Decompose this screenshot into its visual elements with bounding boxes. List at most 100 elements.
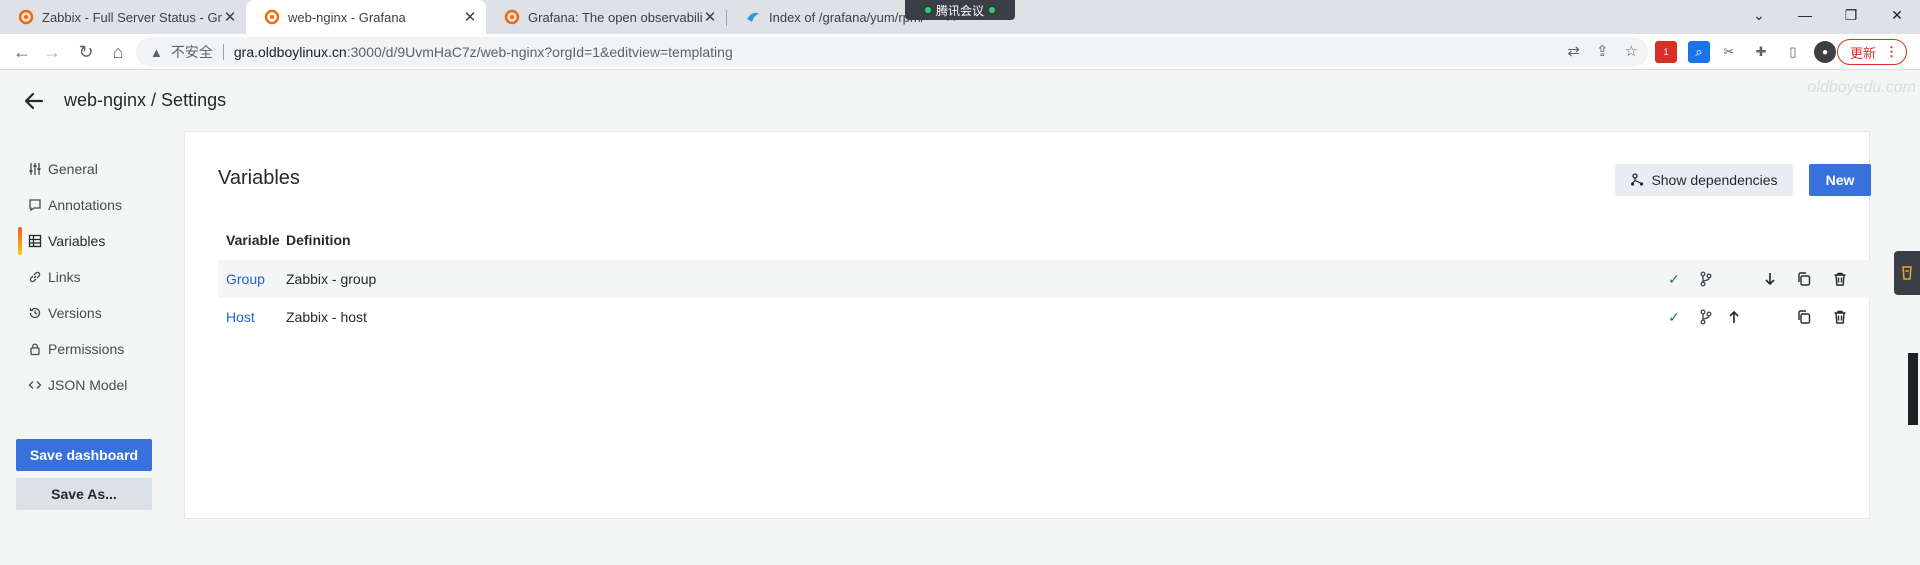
extension-badge-icon[interactable]: 1 — [1655, 41, 1677, 63]
meeting-label: 腾讯会议 — [935, 3, 984, 18]
history-icon — [29, 307, 41, 319]
row-actions: ✓ — [1666, 298, 1866, 336]
arrow-down-icon[interactable] — [1762, 271, 1778, 287]
more-icon: ⋮ — [1885, 44, 1898, 59]
grafana-icon — [18, 9, 34, 25]
row-actions: ✓ — [1666, 260, 1866, 298]
side-drawer-handle[interactable] — [1894, 251, 1920, 295]
grafana-icon — [504, 9, 520, 25]
variables-panel: Variables Show dependencies New Variable… — [184, 131, 1871, 519]
column-header-variable: Variable — [226, 232, 280, 248]
grafana-page: oldboyedu.com web-nginx / Settings Gener… — [0, 71, 1920, 565]
duplicate-icon[interactable] — [1796, 271, 1812, 287]
sidepanel-icon[interactable]: ▯ — [1782, 41, 1804, 63]
branch-icon[interactable] — [1698, 309, 1714, 325]
variable-definition: Zabbix - host — [286, 309, 367, 325]
save-dashboard-button[interactable]: Save dashboard — [16, 439, 152, 471]
browser-tab-grafana-site[interactable]: Grafana: The open observabili ✕ — [486, 0, 726, 34]
tab-title: Grafana: The open observabili — [528, 9, 702, 25]
update-label: 更新 — [1850, 45, 1877, 61]
link-icon — [29, 271, 41, 283]
variable-name-link[interactable]: Group — [226, 271, 265, 287]
variables-table: Variable Definition Group Zabbix - group… — [218, 220, 1871, 336]
tsinghua-icon — [747, 12, 759, 22]
sidebar-item-permissions[interactable]: Permissions — [18, 331, 168, 367]
dependencies-icon — [1631, 173, 1644, 186]
translate-icon[interactable]: ⇄ — [1567, 42, 1580, 60]
sidebar-item-versions[interactable]: Versions — [18, 295, 168, 331]
insecure-label: 不安全 — [170, 44, 213, 60]
variable-name-link[interactable]: Host — [226, 309, 255, 325]
scrollbar-thumb[interactable] — [1908, 353, 1918, 425]
divider — [222, 44, 224, 60]
sidebar-item-label: Links — [48, 269, 81, 285]
share-icon[interactable]: ⇪ — [1596, 42, 1609, 60]
minimize-icon[interactable]: — — [1782, 0, 1828, 30]
arrow-up-icon[interactable] — [1726, 309, 1742, 325]
address-bar[interactable]: ▲ 不安全 gra.oldboylinux.cn:3000/d/9UvmHaC7… — [136, 37, 1648, 67]
reload-icon[interactable]: ↻ — [72, 38, 100, 66]
status-dot-icon — [989, 7, 995, 13]
tab-title: Zabbix - Full Server Status - Gr — [42, 9, 222, 25]
browser-tab-zabbix[interactable]: Zabbix - Full Server Status - Gr ✕ — [0, 0, 246, 34]
recording-dot-icon — [924, 7, 931, 13]
sidebar-item-label: Annotations — [48, 197, 122, 213]
meeting-indicator[interactable]: 腾讯会议 — [905, 0, 1015, 20]
sidebar-item-label: Permissions — [48, 341, 125, 357]
section-title: Variables — [218, 167, 300, 189]
browser-tab-web-nginx[interactable]: web-nginx - Grafana ✕ — [246, 0, 486, 34]
branch-icon[interactable] — [1698, 271, 1714, 287]
trash-icon[interactable] — [1832, 309, 1848, 325]
watermark: oldboyedu.com — [1807, 79, 1916, 96]
restore-icon[interactable]: ❐ — [1828, 0, 1874, 30]
extension-search-icon[interactable]: ⌕ — [1688, 41, 1710, 63]
sidebar-item-label: General — [48, 161, 98, 177]
trash-icon[interactable] — [1832, 271, 1848, 287]
browser-tabstrip: Zabbix - Full Server Status - Gr ✕ web-n… — [0, 0, 1920, 34]
close-icon[interactable]: ✕ — [222, 8, 238, 26]
duplicate-icon[interactable] — [1796, 309, 1812, 325]
browser-toolbar: ← → ↻ ⌂ ▲ 不安全 gra.oldboylinux.cn:3000/d/… — [0, 34, 1920, 70]
sidebar-item-label: Variables — [48, 233, 106, 249]
url-host: gra.oldboylinux.cn — [233, 44, 347, 60]
sliders-icon — [29, 163, 41, 175]
variable-definition: Zabbix - group — [286, 271, 377, 287]
page-title: web-nginx / Settings — [64, 90, 227, 110]
forward-icon[interactable]: → — [38, 38, 66, 66]
table-icon — [28, 234, 42, 248]
column-header-definition: Definition — [286, 232, 351, 248]
back-arrow-icon[interactable] — [22, 89, 46, 113]
table-header: Variable Definition — [218, 220, 1871, 260]
warning-icon: ▲ — [150, 44, 163, 60]
bookmark-star-icon[interactable]: ☆ — [1625, 42, 1638, 60]
close-icon[interactable]: ✕ — [462, 8, 478, 26]
comment-icon — [29, 199, 41, 212]
check-icon: ✓ — [1668, 270, 1680, 287]
show-dependencies-label: Show dependencies — [1651, 172, 1778, 188]
code-icon — [28, 381, 42, 389]
sidebar-item-links[interactable]: Links — [18, 259, 168, 295]
save-as-button[interactable]: Save As... — [16, 478, 152, 510]
sidebar-item-general[interactable]: General — [18, 151, 168, 187]
table-row: Group Zabbix - group ✓ — [218, 260, 1871, 298]
update-button[interactable]: 更新 ⋮ — [1837, 39, 1907, 65]
close-icon[interactable]: ✕ — [702, 8, 718, 26]
show-dependencies-button[interactable]: Show dependencies — [1615, 164, 1793, 196]
url-path: :3000/d/9UvmHaC7z/web-nginx?orgId=1&edit… — [346, 44, 733, 60]
sidebar-item-json-model[interactable]: JSON Model — [18, 367, 168, 403]
settings-sidenav: General Annotations Variables Links Vers… — [18, 151, 168, 403]
sidebar-item-annotations[interactable]: Annotations — [18, 187, 168, 223]
sidebar-item-variables[interactable]: Variables — [18, 223, 168, 259]
window-close-icon[interactable]: ✕ — [1874, 0, 1920, 30]
tab-title: web-nginx - Grafana — [288, 9, 406, 25]
tab-search-icon[interactable]: ⌄ — [1736, 0, 1782, 30]
profile-avatar[interactable]: ● — [1814, 41, 1836, 63]
back-icon[interactable]: ← — [8, 38, 36, 66]
home-icon[interactable]: ⌂ — [104, 38, 132, 66]
extensions-puzzle-icon[interactable]: ✚ — [1750, 41, 1772, 63]
sidebar-item-label: Versions — [48, 305, 102, 321]
sidebar-item-label: JSON Model — [48, 377, 128, 393]
extension-tool-icon[interactable]: ✂ — [1718, 41, 1740, 63]
check-icon: ✓ — [1668, 308, 1680, 325]
new-variable-button[interactable]: New — [1809, 164, 1871, 196]
